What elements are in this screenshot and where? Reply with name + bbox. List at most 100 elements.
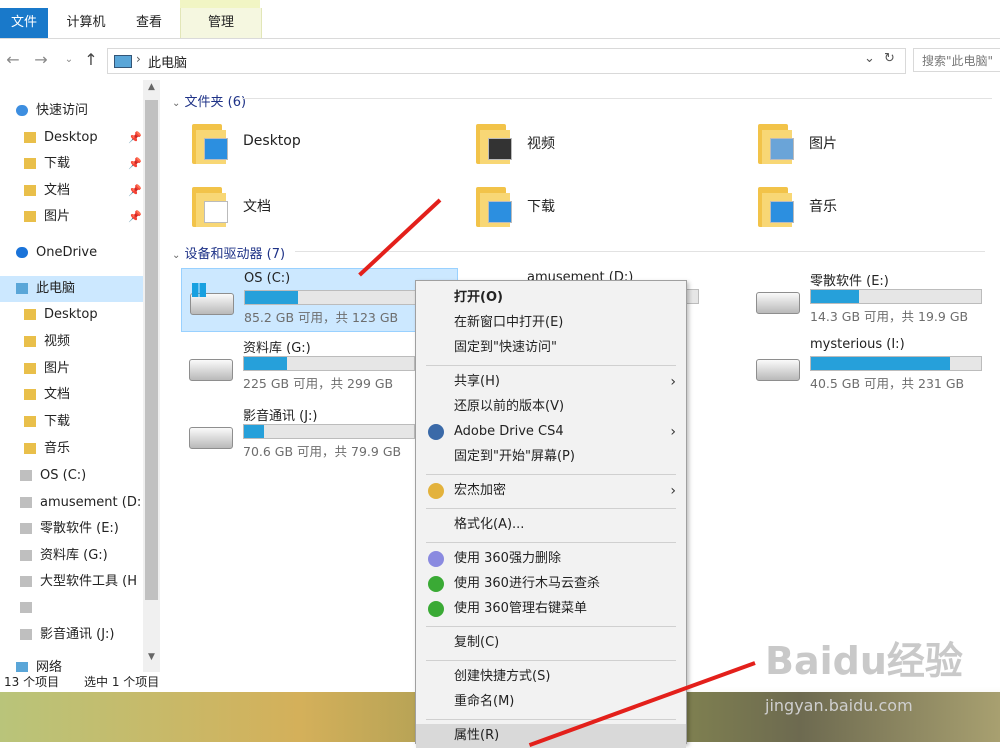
drive-item[interactable]: mysterious (I:) 40.5 GB 可用，共 231 GB [748, 335, 1000, 397]
lock-icon [428, 483, 444, 499]
submenu-chevron-icon: › [670, 424, 676, 440]
context-menu: 打开(O) 在新窗口中打开(E) 固定到"快速访问" 共享(H) › 还原以前的版本(V)… [415, 280, 687, 748]
sidebar-item[interactable]: 视频 [0, 329, 143, 355]
drive-space-info: 14.3 GB 可用，共 19.9 GB [810, 309, 969, 324]
menu-item[interactable]: 使用 360管理右键菜单 [416, 597, 686, 621]
sidebar-item-label: 音乐 [44, 441, 71, 456]
menu-item[interactable]: 使用 360强力删除 [416, 547, 686, 571]
back-icon[interactable]: ← [2, 50, 24, 70]
menu-item[interactable]: Adobe Drive CS4 › [416, 420, 686, 444]
menu-item[interactable]: 共享(H) › [416, 370, 686, 394]
menu-item[interactable]: 还原以前的版本(V) [416, 395, 686, 419]
picture-icon [24, 211, 36, 222]
sidebar-item[interactable]: 图片 📌 [0, 204, 143, 230]
menu-item[interactable]: 使用 360进行木马云查杀 [416, 572, 686, 596]
section-divider [242, 98, 992, 99]
computer-icon [16, 283, 28, 294]
breadcrumb[interactable]: 此电脑 [148, 52, 187, 71]
sidebar-item[interactable]: 图片 [0, 356, 143, 382]
sidebar-item[interactable]: 大型软件工具 (H [0, 569, 143, 595]
menu-item[interactable]: 打开(O) [416, 286, 686, 310]
sidebar-item[interactable]: 文档 📌 [0, 178, 143, 204]
menu-item[interactable]: 固定到"开始"屏幕(P) [416, 445, 686, 469]
menu-item-label: 在新窗口中打开(E) [454, 315, 564, 330]
folders-header[interactable]: ⌄ 文件夹 (6) [172, 91, 246, 110]
drive-icon [20, 602, 32, 613]
sidebar-item[interactable]: 下载 [0, 409, 143, 435]
sidebar-item-label: 此电脑 [36, 281, 76, 296]
pin-icon[interactable]: 📌 [128, 204, 142, 230]
menu-item[interactable]: 创建快捷方式(S) [416, 665, 686, 689]
scroll-up-icon[interactable]: ▲ [144, 82, 159, 92]
folders-header-label: 文件夹 (6) [184, 95, 247, 110]
drive-icon [20, 629, 32, 640]
sidebar-item[interactable]: 下载 📌 [0, 151, 143, 177]
sidebar-item[interactable] [0, 595, 143, 621]
folder-item[interactable]: 视频 [476, 120, 716, 166]
sidebar-item[interactable]: 影音通讯 (J:) [0, 622, 143, 648]
sidebar-item[interactable]: 零散软件 (E:) [0, 516, 143, 542]
360-icon [428, 601, 444, 617]
collapse-chevron-icon: ⌄ [172, 98, 181, 109]
tab-computer[interactable]: 计算机 [56, 8, 116, 38]
address-dropdown-icon[interactable]: ⌄ [864, 51, 875, 66]
drive-name: 零散软件 (E:) [810, 274, 889, 289]
up-icon[interactable]: ↑ [80, 50, 102, 70]
sidebar-item[interactable]: 此电脑 [0, 276, 143, 302]
menu-item[interactable]: 格式化(A)... [416, 513, 686, 537]
tab-file[interactable]: 文件 [0, 8, 48, 38]
tab-view[interactable]: 查看 [128, 8, 170, 38]
tab-manage[interactable]: 管理 [180, 8, 262, 38]
pin-icon[interactable]: 📌 [128, 125, 142, 151]
pin-icon[interactable]: 📌 [128, 151, 142, 177]
folder-item[interactable]: 音乐 [758, 183, 998, 229]
video-folder-icon [476, 120, 512, 164]
menu-separator [426, 719, 676, 720]
windows-logo-icon [192, 283, 206, 297]
folder-item[interactable]: Desktop [192, 120, 432, 166]
download-icon [24, 158, 36, 169]
drive-space-info: 40.5 GB 可用，共 231 GB [810, 376, 965, 391]
section-divider [295, 251, 985, 252]
forward-icon[interactable]: → [30, 50, 52, 70]
scroll-down-icon[interactable]: ▼ [144, 652, 159, 662]
menu-item-label: 还原以前的版本(V) [454, 399, 565, 414]
sidebar-item[interactable]: 资料库 (G:) [0, 543, 143, 569]
document-icon [24, 185, 36, 196]
menu-item-label: Adobe Drive CS4 [454, 424, 564, 439]
sidebar-item-label: 零散软件 (E:) [40, 521, 119, 536]
drive-space-info: 70.6 GB 可用，共 79.9 GB [243, 444, 402, 459]
sidebar-item[interactable]: Desktop 📌 [0, 125, 143, 151]
pin-icon[interactable]: 📌 [128, 178, 142, 204]
sidebar-item[interactable]: 音乐 [0, 436, 143, 462]
menu-item[interactable]: 在新窗口中打开(E) [416, 311, 686, 335]
drive-icon [20, 497, 32, 508]
menu-item-label: 复制(C) [454, 635, 500, 650]
sidebar-item[interactable]: OneDrive [0, 240, 143, 266]
search-input[interactable]: 搜索"此电脑" [913, 48, 1000, 72]
folder-item[interactable]: 下载 [476, 183, 716, 229]
sidebar-item[interactable]: OS (C:) [0, 463, 143, 489]
menu-separator [426, 474, 676, 475]
menu-item[interactable]: 宏杰加密 › [416, 479, 686, 503]
shredder-icon [428, 551, 444, 567]
folder-item[interactable]: 文档 [192, 183, 432, 229]
menu-item[interactable]: 复制(C) [416, 631, 686, 655]
video-icon [24, 336, 36, 347]
sidebar-item[interactable]: Desktop [0, 302, 143, 328]
recent-dropdown-icon[interactable]: ⌄ [58, 50, 80, 70]
sidebar-item[interactable]: amusement (D: [0, 490, 143, 516]
sidebar-item[interactable]: 快速访问 [0, 98, 143, 124]
folder-item[interactable]: 图片 [758, 120, 998, 166]
cloud-icon [16, 247, 28, 258]
sidebar-item[interactable]: 文档 [0, 382, 143, 408]
refresh-icon[interactable]: ↻ [884, 51, 895, 66]
sidebar-scrollbar-thumb[interactable] [145, 100, 158, 600]
menu-item[interactable]: 固定到"快速访问" [416, 336, 686, 360]
drive-item[interactable]: 零散软件 (E:) 14.3 GB 可用，共 19.9 GB [748, 268, 1000, 330]
drives-header[interactable]: ⌄ 设备和驱动器 (7) [172, 243, 285, 262]
menu-item-label: 共享(H) [454, 374, 500, 389]
music-icon [24, 443, 36, 454]
address-bar[interactable]: › 此电脑 ⌄ ↻ [107, 48, 906, 74]
drive-icon [189, 359, 233, 381]
